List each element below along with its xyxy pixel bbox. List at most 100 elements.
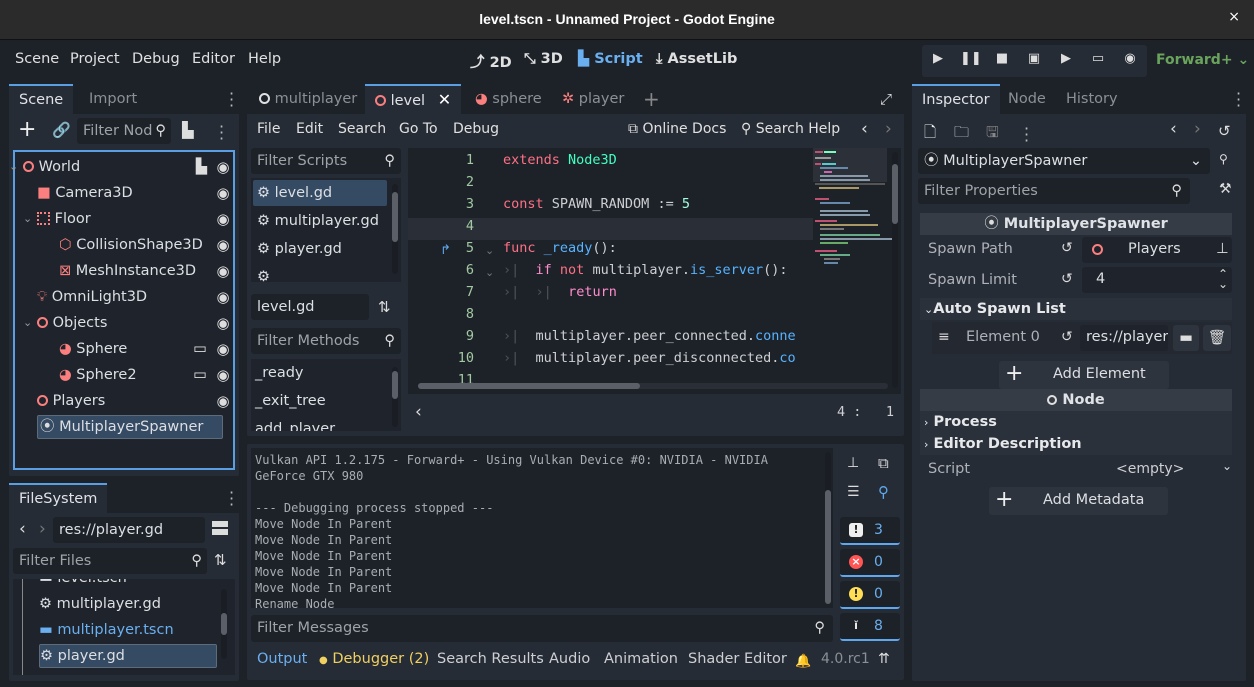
remote-debug-icon[interactable]: ▣ xyxy=(1024,51,1044,71)
visibility-eye-icon[interactable]: ◉ xyxy=(215,232,231,258)
group-editor-description[interactable]: › Editor Description xyxy=(920,433,1232,455)
search-icon[interactable]: ⚲ xyxy=(878,483,889,501)
more-options-icon[interactable]: · · · xyxy=(229,86,234,114)
menu-debug[interactable]: Debug xyxy=(132,51,180,67)
editor-count-toggle[interactable]: ǐ8 xyxy=(840,613,900,641)
script-menu-file[interactable]: File xyxy=(257,121,280,137)
attach-script-icon[interactable]: ▙ xyxy=(182,121,194,139)
script-menu-debug[interactable]: Debug xyxy=(453,121,499,137)
file-item[interactable]: ⚙ multiplayer.gd xyxy=(13,591,213,617)
copy-icon[interactable]: ⧉ xyxy=(878,454,889,472)
expand-panel-icon[interactable]: ⇈ xyxy=(878,651,890,667)
menu-scene[interactable]: Scene xyxy=(15,51,59,67)
warning-count-toggle[interactable]: ! 0 xyxy=(840,581,900,609)
distraction-free-icon[interactable]: ⤢ xyxy=(880,90,892,108)
menu-editor[interactable]: Editor xyxy=(192,51,235,67)
resource-options-icon[interactable]: · · · xyxy=(1024,121,1029,149)
visibility-eye-icon[interactable]: ◉ xyxy=(215,258,231,284)
tab-scene[interactable]: Scene xyxy=(9,84,74,114)
group-auto-spawn-list[interactable]: ⌄Auto Spawn List xyxy=(920,298,1232,320)
save-icon[interactable]: 🖫 xyxy=(986,122,999,147)
output-scrollbar[interactable] xyxy=(825,452,831,604)
script-list-item[interactable]: ⚙ player.gd xyxy=(253,236,387,262)
workspace-assetlib[interactable]: ⤓ AssetLib xyxy=(656,51,737,67)
add-node-icon[interactable]: + xyxy=(18,119,36,141)
open-folder-icon[interactable]: 🗀 xyxy=(954,122,969,147)
script-tab-player[interactable]: ✲ player xyxy=(552,84,634,114)
close-window-button[interactable]: × xyxy=(1228,9,1240,25)
chevron-down-icon[interactable]: ⌄ xyxy=(23,310,32,336)
element-0-resource-field[interactable]: res://player xyxy=(1080,325,1168,351)
visibility-eye-icon[interactable]: ◉ xyxy=(215,310,231,336)
filter-methods-input[interactable]: Filter Methods ⚲ xyxy=(251,328,401,354)
add-element-button[interactable]: + Add Element xyxy=(999,361,1169,389)
delete-element-icon[interactable]: 🗑 xyxy=(1203,325,1231,351)
collapse-icon[interactable]: ☰ xyxy=(847,484,860,500)
filter-properties-input[interactable]: Filter Properties ⚲ xyxy=(918,178,1190,204)
load-resource-icon[interactable]: ▬ xyxy=(1173,325,1199,351)
workspace-2d[interactable]: ⤴ 2D xyxy=(470,51,512,72)
drag-handle-icon[interactable]: ≡ xyxy=(938,329,950,345)
sort-icon[interactable]: ⇅ xyxy=(378,298,391,316)
group-process[interactable]: › Process xyxy=(920,411,1232,433)
script-list-item[interactable]: ⚙ multiplayer.gd xyxy=(253,208,387,234)
close-tab-icon[interactable]: ✕ xyxy=(438,90,451,109)
method-list-scrollbar[interactable] xyxy=(392,367,398,427)
visibility-eye-icon[interactable]: ◉ xyxy=(215,154,231,180)
scene-tree-item[interactable]: ⌄ World ▙ ◉ xyxy=(9,154,231,180)
open-in-editor-icon[interactable]: ▭ xyxy=(193,362,207,388)
bottom-tab-output[interactable]: Output xyxy=(257,651,307,667)
workspace-script[interactable]: ▙ Script xyxy=(578,51,643,67)
pause-icon[interactable]: ❚❚ xyxy=(960,51,982,71)
error-count-toggle[interactable]: × 0 xyxy=(840,549,900,577)
tab-node[interactable]: Node xyxy=(998,84,1056,114)
minimap[interactable] xyxy=(813,148,892,394)
method-list-item[interactable]: _ready xyxy=(255,360,303,386)
visibility-eye-icon[interactable]: ◉ xyxy=(215,336,231,362)
script-menu-edit[interactable]: Edit xyxy=(296,121,323,137)
history-back-icon[interactable]: ‹ xyxy=(1170,119,1177,139)
movie-maker-icon[interactable]: ◉ xyxy=(1120,51,1140,71)
renderer-select[interactable]: Forward+ ⌄ xyxy=(1156,52,1249,68)
search-help-button[interactable]: ⚲ Search Help xyxy=(741,121,840,137)
script-list-item[interactable]: ⚙ level.gd xyxy=(253,180,387,206)
open-docs-icon[interactable]: ⚲ xyxy=(1219,152,1228,166)
bottom-tab-debugger[interactable]: ● Debugger (2) xyxy=(319,651,429,667)
visibility-eye-icon[interactable]: ◉ xyxy=(215,362,231,388)
spin-arrows-icon[interactable]: ⌃ ⌄ xyxy=(1218,268,1228,290)
path-field[interactable]: res://player.gd xyxy=(53,517,205,543)
clear-output-icon[interactable]: ⊥ xyxy=(847,455,859,471)
tab-filesystem[interactable]: FileSystem xyxy=(9,483,108,513)
forward-icon[interactable]: › xyxy=(39,519,46,539)
fold-icon[interactable]: ⌄ xyxy=(485,244,494,257)
visibility-eye-icon[interactable]: ◉ xyxy=(215,206,231,232)
bottom-tab-animation[interactable]: Animation xyxy=(604,651,678,667)
script-menu-goto[interactable]: Go To xyxy=(399,121,438,137)
link-icon[interactable]: 🔗 xyxy=(52,121,71,139)
file-item[interactable]: ▬ level.tscn xyxy=(13,579,213,591)
online-docs-button[interactable]: ⧉ Online Docs xyxy=(628,121,726,137)
scene-tree-item[interactable]: ◕ Sphere2 ▭ ◉ xyxy=(15,362,231,388)
history-forward-icon[interactable]: › xyxy=(1194,119,1201,139)
tab-inspector[interactable]: Inspector xyxy=(912,84,1000,114)
filter-files-input[interactable]: Filter Files ⚲ xyxy=(13,548,207,574)
script-menu-search[interactable]: Search xyxy=(338,121,386,137)
play-scene-icon[interactable]: ▶ xyxy=(1056,51,1076,71)
filter-nodes-input[interactable]: Filter Nod ⚲ xyxy=(77,118,171,144)
chevron-down-icon[interactable]: ⌄ xyxy=(23,206,32,232)
scene-tree-item[interactable]: ⌄ Objects ◉ xyxy=(15,310,231,336)
add-metadata-button[interactable]: + Add Metadata xyxy=(989,487,1168,515)
scene-tree-item[interactable]: 💡︎ OmniLight3D ◉ xyxy=(15,284,231,310)
new-tab-icon[interactable]: + xyxy=(633,84,670,114)
scene-tree-item[interactable]: ■ Camera3D ◉ xyxy=(15,180,231,206)
scene-options-icon[interactable]: · · · xyxy=(219,119,224,147)
workspace-3d[interactable]: ⤡ 3D xyxy=(524,51,563,67)
scene-tree-item[interactable]: ⦿ MultiplayerSpawner xyxy=(15,414,231,440)
spawn-limit-spinbox[interactable]: 4 ⌃ ⌄ xyxy=(1082,267,1232,293)
script-list-scrollbar[interactable] xyxy=(392,184,398,274)
message-count-toggle[interactable]: ! 3 xyxy=(840,517,900,545)
notification-bell-icon[interactable]: 🔔 xyxy=(795,654,811,669)
visibility-eye-icon[interactable]: ◉ xyxy=(215,388,231,414)
toggle-scripts-panel-icon[interactable]: ‹ xyxy=(415,402,422,422)
scene-tree-item[interactable]: Players ◉ xyxy=(15,388,231,414)
